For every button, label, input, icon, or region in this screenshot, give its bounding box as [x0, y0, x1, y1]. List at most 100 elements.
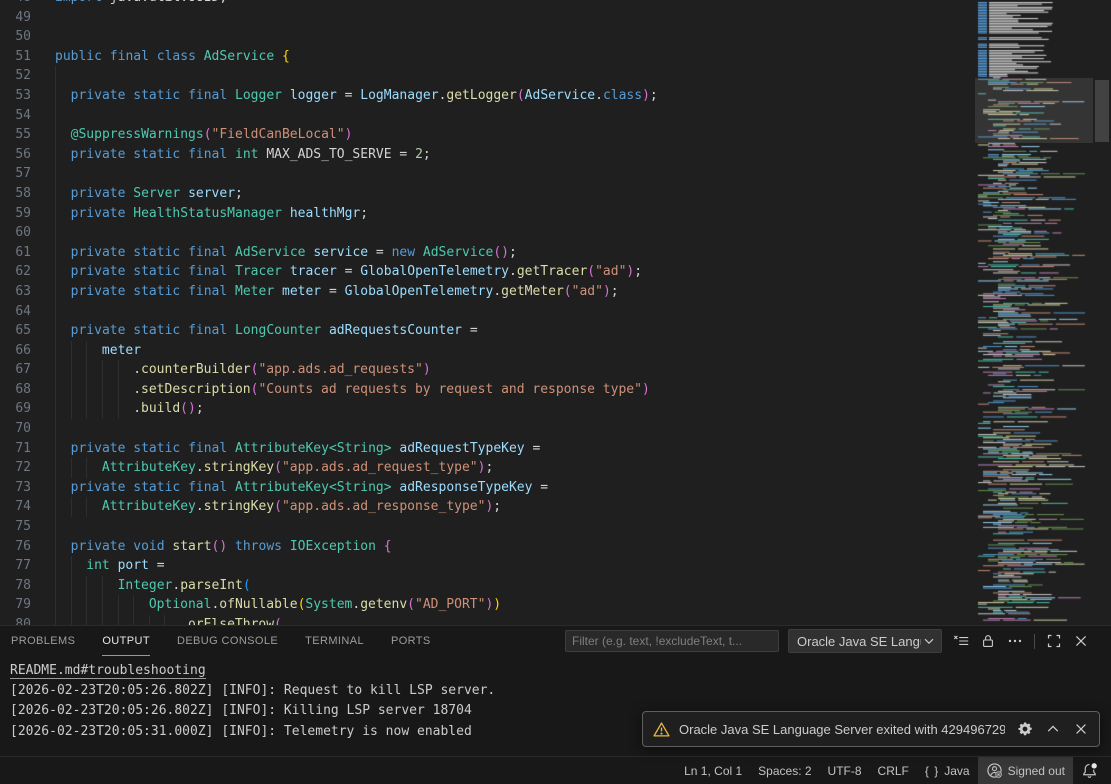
status-bar: Ln 1, Col 1 Spaces: 2 UTF-8 CRLF{ }JavaSign… [0, 756, 1111, 784]
code-line: 53private static final Logger logger = L… [0, 86, 975, 106]
output-channel-select[interactable]: Oracle Java SE Languag [788, 629, 942, 653]
line-number[interactable]: 53 [0, 86, 31, 106]
line-number[interactable]: 60 [0, 223, 31, 243]
encoding[interactable]: UTF-8 [820, 757, 870, 784]
output-line-link-row: README.md#troubleshooting [10, 661, 1111, 681]
tab-terminal[interactable]: TERMINAL [305, 626, 364, 656]
minimap-viewport[interactable] [975, 78, 1093, 143]
line-number[interactable]: 61 [0, 243, 31, 263]
line-number[interactable]: 67 [0, 360, 31, 380]
tab-ports[interactable]: PORTS [391, 626, 431, 656]
tab-output[interactable]: OUTPUT [102, 626, 150, 656]
line-number[interactable]: 59 [0, 204, 31, 224]
eol-sequence[interactable]: CRLF [870, 757, 917, 784]
editor-scrollbar[interactable] [1093, 0, 1111, 625]
line-number[interactable]: 51 [0, 47, 31, 67]
close-icon[interactable] [1073, 721, 1089, 737]
code-line: 68.setDescription("Counts ad requests by… [0, 380, 975, 400]
maximize-panel-icon[interactable] [1046, 633, 1062, 649]
line-number[interactable]: 65 [0, 321, 31, 341]
line-number[interactable]: 52 [0, 66, 31, 86]
indent-guide [102, 595, 118, 615]
notifications-bell[interactable] [1073, 757, 1106, 784]
cursor-position[interactable]: Ln 1, Col 1 [676, 757, 750, 784]
line-number[interactable]: 56 [0, 145, 31, 165]
code-line-content: private HealthStatusManager healthMgr; [55, 204, 368, 224]
tab-debug-console[interactable]: DEBUG CONSOLE [177, 626, 278, 656]
line-number[interactable]: 48 [0, 0, 31, 8]
line-number[interactable]: 50 [0, 27, 31, 47]
line-number[interactable]: 75 [0, 517, 31, 537]
editor-scrollbar-thumb[interactable] [1095, 80, 1109, 142]
line-number[interactable]: 62 [0, 262, 31, 282]
code-line: 74AttributeKey.stringKey("app.ads.ad_res… [0, 497, 975, 517]
code-line-content [55, 302, 71, 322]
output-readme-link[interactable]: README.md#troubleshooting [10, 663, 206, 679]
line-number[interactable]: 69 [0, 399, 31, 419]
line-number[interactable]: 71 [0, 439, 31, 459]
indent-guide [55, 106, 71, 126]
code-line-content: private static final LongCounter adReque… [55, 321, 478, 341]
code-line: 66meter [0, 341, 975, 361]
encoding-label: UTF-8 [828, 764, 862, 778]
line-number[interactable]: 70 [0, 419, 31, 439]
line-number[interactable]: 57 [0, 164, 31, 184]
code-line-content [55, 106, 71, 126]
code-line-content: .counterBuilder("app.ads.ad_requests") [55, 360, 431, 380]
code-line: 49 [0, 8, 975, 28]
more-actions-icon[interactable] [1007, 633, 1023, 649]
indent-guide [118, 615, 134, 625]
line-number[interactable]: 80 [0, 615, 31, 625]
code-line-content: Integer.parseInt( [55, 576, 251, 596]
code-line-content [55, 223, 71, 243]
close-panel-icon[interactable] [1073, 633, 1089, 649]
line-number[interactable]: 74 [0, 497, 31, 517]
indent-guide [55, 497, 71, 517]
line-number[interactable]: 49 [0, 8, 31, 28]
lock-icon[interactable] [980, 633, 996, 649]
language-mode[interactable]: { }Java [917, 757, 978, 784]
indentation-label: Spaces: 2 [758, 764, 811, 778]
indent-guide [86, 380, 102, 400]
line-number[interactable]: 79 [0, 595, 31, 615]
code-line: 58private Server server; [0, 184, 975, 204]
code-editor[interactable]: 48import java.util.UUID;495051public fin… [0, 0, 1111, 625]
line-number[interactable]: 73 [0, 478, 31, 498]
line-number[interactable]: 63 [0, 282, 31, 302]
line-number[interactable]: 64 [0, 302, 31, 322]
line-number[interactable]: 68 [0, 380, 31, 400]
code-line: 52 [0, 66, 975, 86]
line-number[interactable]: 72 [0, 458, 31, 478]
output-line: [2026-02-23T20:05:26.802Z] [INFO]: Reque… [10, 681, 1111, 701]
line-number[interactable]: 58 [0, 184, 31, 204]
code-line-content [55, 419, 71, 439]
output-line-text: [2026-02-23T20:05:31.000Z] [INFO]: Telem… [10, 724, 472, 739]
code-line: 64 [0, 302, 975, 322]
indent-guide [55, 360, 71, 380]
indent-guide [55, 66, 71, 86]
line-number[interactable]: 54 [0, 106, 31, 126]
code-line: 75 [0, 517, 975, 537]
line-number[interactable]: 55 [0, 125, 31, 145]
tab-problems[interactable]: PROBLEMS [11, 626, 75, 656]
bell-dot-icon [1081, 762, 1098, 779]
indentation[interactable]: Spaces: 2 [750, 757, 819, 784]
clear-output-icon[interactable] [953, 633, 969, 649]
line-number[interactable]: 76 [0, 537, 31, 557]
indent-guide [86, 341, 102, 361]
output-line-text: [2026-02-23T20:05:26.802Z] [INFO]: Killi… [10, 703, 472, 718]
indent-guide [102, 399, 118, 419]
line-number[interactable]: 77 [0, 556, 31, 576]
code-line-content: .orElseThrow( [55, 615, 282, 625]
chevron-up-icon[interactable] [1045, 721, 1061, 737]
accounts[interactable]: Signed out [978, 757, 1073, 784]
line-number[interactable]: 66 [0, 341, 31, 361]
code-line-content: private void start() throws IOException … [55, 537, 392, 557]
line-number[interactable]: 78 [0, 576, 31, 596]
indent-guide [102, 380, 118, 400]
code-line-content: Optional.ofNullable(System.getenv("AD_PO… [55, 595, 501, 615]
gear-icon[interactable] [1017, 721, 1033, 737]
minimap[interactable] [975, 0, 1093, 625]
warning-icon [653, 721, 670, 738]
output-filter-input[interactable] [565, 630, 779, 652]
